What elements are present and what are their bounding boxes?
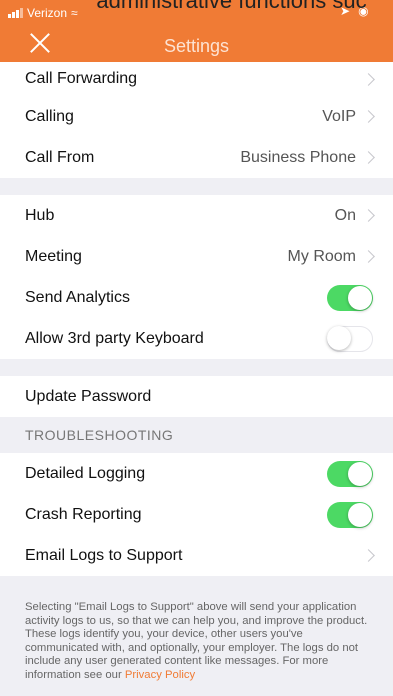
toggle-knob [348, 285, 372, 310]
row-label: Allow 3rd party Keyboard [25, 329, 204, 347]
row-calling[interactable]: Calling VoIP [0, 96, 393, 137]
row-label: Meeting [25, 247, 82, 265]
row-crash-reporting: Crash Reporting [0, 494, 393, 535]
row-value: On [334, 206, 356, 224]
section-gap [0, 178, 393, 195]
row-call-from[interactable]: Call From Business Phone [0, 137, 393, 178]
toggle-knob [348, 502, 372, 527]
row-label: Hub [25, 206, 55, 224]
chevron-right-icon [362, 72, 375, 86]
allow-keyboard-toggle[interactable] [327, 325, 373, 352]
row-call-forwarding[interactable]: Call Forwarding [0, 62, 393, 96]
row-label: Send Analytics [25, 288, 130, 306]
footer-note: Selecting "Email Logs to Support" above … [0, 596, 393, 682]
row-label: Calling [25, 107, 74, 125]
row-label: Email Logs to Support [25, 546, 183, 564]
chevron-right-icon [362, 151, 375, 164]
toggle-knob [348, 461, 372, 486]
row-update-password[interactable]: Update Password [0, 376, 393, 417]
row-label: Call Forwarding [25, 70, 138, 87]
row-value: My Room [287, 247, 356, 265]
chevron-right-icon [362, 549, 375, 562]
row-email-logs[interactable]: Email Logs to Support [0, 535, 393, 576]
chevron-right-icon [362, 209, 375, 222]
page-title: Settings [163, 36, 230, 56]
crash-reporting-toggle[interactable] [327, 501, 373, 528]
row-label: Detailed Logging [25, 464, 146, 482]
chevron-right-icon [362, 250, 375, 263]
row-allow-keyboard: Allow 3rd party Keyboard [0, 318, 393, 359]
detailed-logging-toggle[interactable] [327, 460, 373, 487]
row-hub[interactable]: Hub On [0, 195, 393, 236]
chevron-right-icon [362, 110, 375, 123]
overlay-caption: administrative functions suc [96, 0, 367, 13]
section-gap [0, 359, 393, 376]
row-value: VoIP [322, 107, 356, 125]
section-header-troubleshooting: TROUBLESHOOTING [0, 417, 393, 453]
row-value: Business Phone [240, 148, 356, 166]
row-detailed-logging: Detailed Logging [0, 453, 393, 494]
row-label: Crash Reporting [25, 505, 142, 523]
row-send-analytics: Send Analytics [0, 277, 393, 318]
settings-list: Call Forwarding Calling VoIP Call From B… [0, 62, 393, 576]
toggle-knob [327, 325, 351, 350]
privacy-policy-link[interactable]: Privacy Policy [125, 669, 195, 681]
row-label: Update Password [25, 387, 152, 405]
row-meeting[interactable]: Meeting My Room [0, 236, 393, 277]
row-label: Call From [25, 148, 95, 166]
footer-text: Selecting "Email Logs to Support" above … [25, 601, 368, 681]
send-analytics-toggle[interactable] [327, 284, 373, 311]
